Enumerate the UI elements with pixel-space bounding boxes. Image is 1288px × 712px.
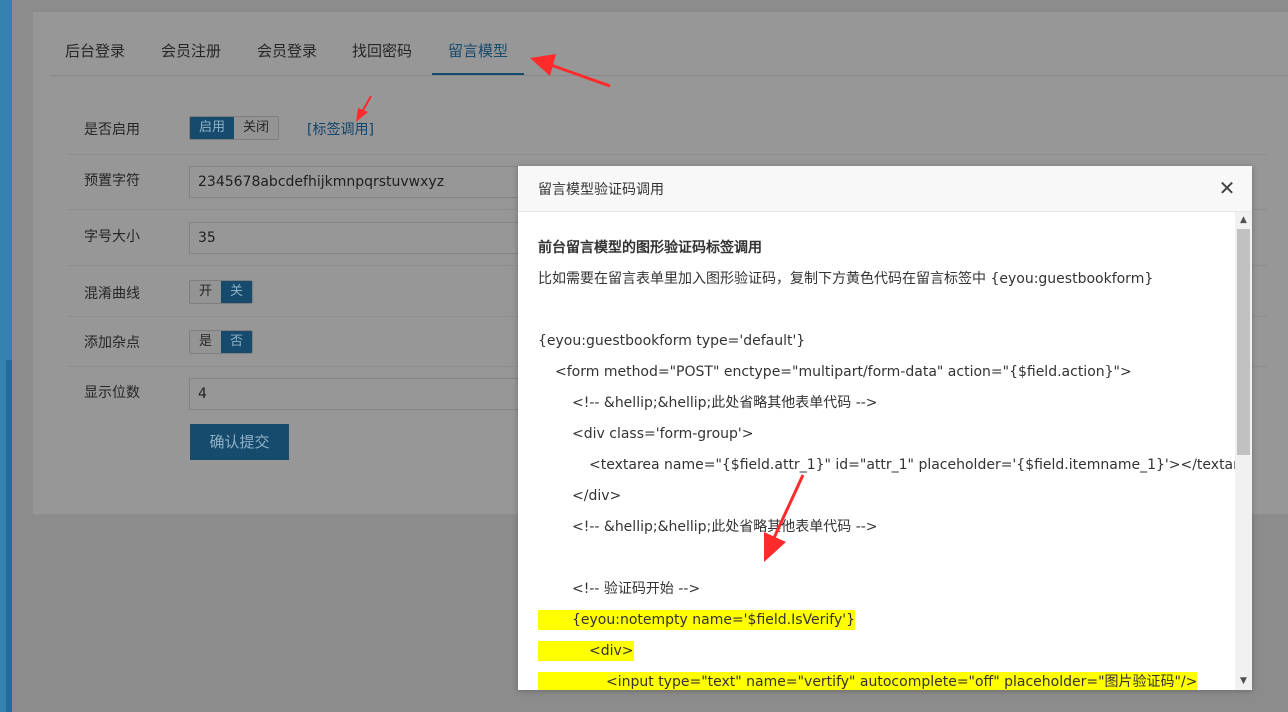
modal-body: 前台留言模型的图形验证码标签调用 比如需要在留言表单里加入图形验证码，复制下方黄… <box>518 212 1252 690</box>
tab-member-register[interactable]: 会员注册 <box>161 40 221 75</box>
scroll-up-icon[interactable]: ▲ <box>1235 212 1252 229</box>
code-line: <!-- &hellip;&hellip;此处省略其他表单代码 --> <box>572 519 878 535</box>
code-line: {eyou:guestbookform type='default'} <box>538 333 806 349</box>
curve-toggle[interactable]: 开 关 <box>189 280 254 304</box>
code-line-highlighted: <div> <box>538 641 634 661</box>
modal-heading: 前台留言模型的图形验证码标签调用 <box>538 240 762 256</box>
close-icon[interactable]: ✕ <box>1216 177 1238 199</box>
digits-input[interactable]: 4 <box>189 378 529 410</box>
enable-off-option[interactable]: 关闭 <box>234 117 279 139</box>
tag-call-modal: 留言模型验证码调用 ✕ 前台留言模型的图形验证码标签调用 比如需要在留言表单里加… <box>518 166 1252 690</box>
preset-chars-input[interactable]: 2345678abcdefhijkmnpqrstuvwxyz <box>189 166 529 198</box>
code-line-highlighted: {eyou:notempty name='$field.IsVerify'} <box>538 610 855 630</box>
enable-on-option[interactable]: 启用 <box>190 117 235 139</box>
code-line: <!-- &hellip;&hellip;此处省略其他表单代码 --> <box>572 395 878 411</box>
modal-scrollbar[interactable]: ▲ ▼ <box>1235 212 1252 690</box>
font-size-input[interactable]: 35 <box>189 222 529 254</box>
tag-call-link[interactable]: [标签调用] <box>307 119 374 139</box>
curve-on-option[interactable]: 开 <box>190 281 222 303</box>
tab-admin-login[interactable]: 后台登录 <box>65 40 125 75</box>
noise-off-option[interactable]: 否 <box>221 331 253 353</box>
preset-chars-label: 预置字符 <box>84 173 140 189</box>
code-line-highlighted: <input type="text" name="vertify" autoco… <box>538 672 1198 690</box>
code-line: </div> <box>572 488 622 504</box>
modal-header: 留言模型验证码调用 ✕ <box>518 166 1252 212</box>
code-line: <form method="POST" enctype="multipart/f… <box>555 364 1132 380</box>
settings-tabs: 后台登录 会员注册 会员登录 找回密码 留言模型 <box>50 12 1288 76</box>
modal-title: 留言模型验证码调用 <box>538 182 664 198</box>
tab-guestbook-model[interactable]: 留言模型 <box>432 40 525 75</box>
modal-intro: 比如需要在留言表单里加入图形验证码，复制下方黄色代码在留言标签中 {eyou:g… <box>538 271 1154 287</box>
font-size-label: 字号大小 <box>84 229 140 245</box>
noise-label: 添加杂点 <box>84 335 140 351</box>
enable-toggle[interactable]: 启用 关闭 <box>189 116 280 140</box>
tab-member-login[interactable]: 会员登录 <box>257 40 317 75</box>
noise-on-option[interactable]: 是 <box>190 331 222 353</box>
digits-label: 显示位数 <box>84 385 140 401</box>
scroll-down-icon[interactable]: ▼ <box>1235 673 1252 690</box>
code-line: <textarea name="{$field.attr_1}" id="att… <box>589 457 1252 473</box>
enable-label: 是否启用 <box>84 122 140 138</box>
scroll-thumb[interactable] <box>1237 229 1250 455</box>
curve-label: 混淆曲线 <box>84 286 140 302</box>
left-nav-strip-dark <box>6 360 12 712</box>
tab-find-password[interactable]: 找回密码 <box>352 40 412 75</box>
code-line: <div class='form-group'> <box>572 426 754 442</box>
curve-off-option[interactable]: 关 <box>221 281 253 303</box>
enable-row: 是否启用 启用 关闭 [标签调用] <box>67 108 1267 155</box>
noise-toggle[interactable]: 是 否 <box>189 330 254 354</box>
submit-button[interactable]: 确认提交 <box>190 424 289 460</box>
code-line: <!-- 验证码开始 --> <box>572 581 701 597</box>
